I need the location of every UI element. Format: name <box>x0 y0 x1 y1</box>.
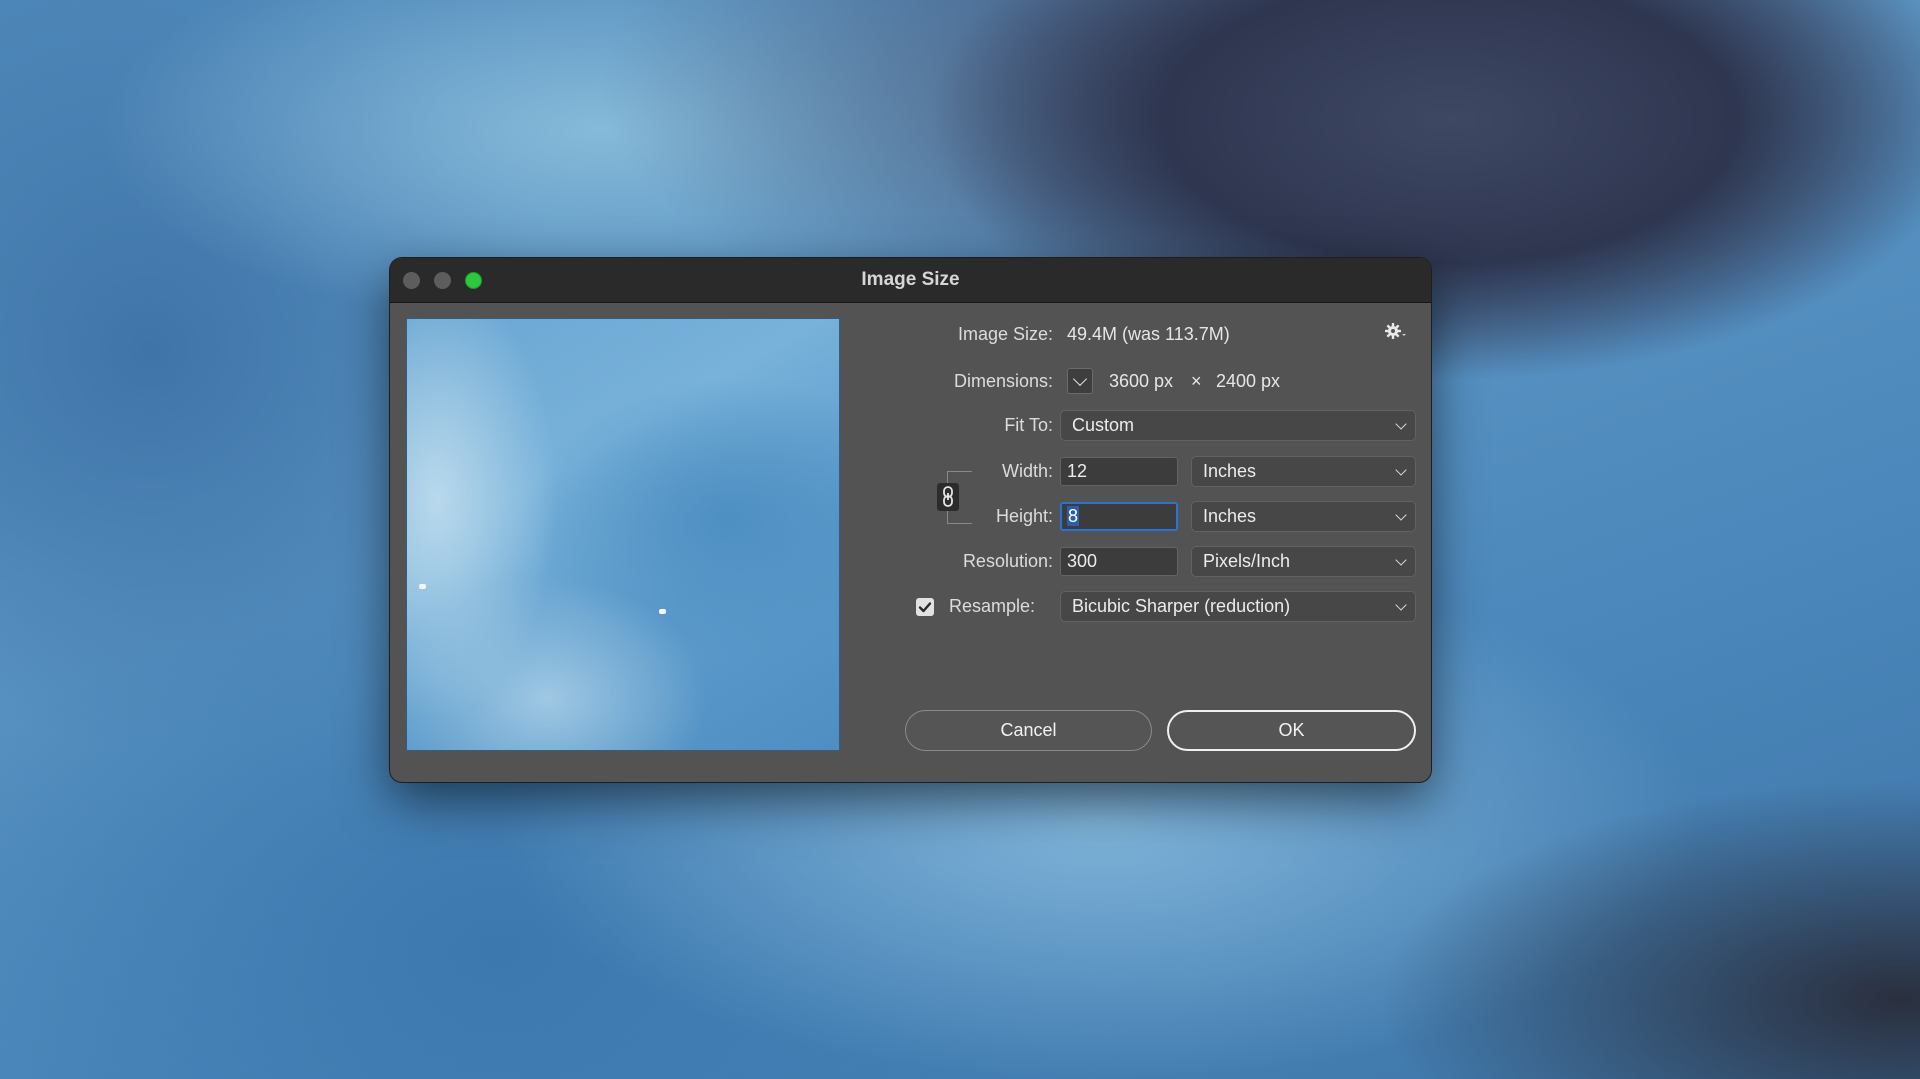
constrain-bracket-bottom <box>947 511 972 524</box>
resample-checkbox[interactable] <box>916 598 934 616</box>
dimensions-label: Dimensions: <box>953 371 1053 391</box>
dimensions-width: 3600 px <box>1109 371 1174 391</box>
height-unit-select[interactable]: Inches <box>1191 501 1416 532</box>
fit-to-label: Fit To: <box>1004 415 1053 435</box>
width-unit-value: Inches <box>1203 461 1257 481</box>
width-value: 12 <box>1067 461 1088 481</box>
fit-to-value: Custom <box>1072 415 1135 435</box>
link-icon <box>943 486 953 507</box>
resolution-value: 300 <box>1067 551 1098 571</box>
constrain-proportions-button[interactable] <box>937 483 959 511</box>
height-label: Height: <box>995 506 1053 526</box>
dialog-title: Image Size <box>861 269 960 290</box>
preview-detail <box>419 584 426 589</box>
resolution-unit-value: Pixels/Inch <box>1203 551 1291 571</box>
width-label: Width: <box>1001 461 1053 481</box>
resample-method-select[interactable]: Bicubic Sharper (reduction) <box>1060 591 1416 622</box>
chevron-down-icon <box>1395 508 1407 521</box>
chevron-down-icon <box>1072 371 1088 387</box>
resolution-unit-select[interactable]: Pixels/Inch <box>1191 546 1416 577</box>
image-size-label: Image Size: <box>957 324 1053 344</box>
preview-detail <box>659 609 666 614</box>
dimensions-separator: × <box>1191 371 1202 391</box>
image-size-dialog: Image Size Image Size: 49.4M (was 113.7M… <box>390 258 1431 782</box>
dropdown-caret-icon <box>1402 334 1406 336</box>
chevron-down-icon <box>1395 417 1407 430</box>
dimensions-height: 2400 px <box>1216 371 1281 391</box>
chevron-down-icon <box>1395 598 1407 611</box>
checkmark-icon <box>918 602 932 613</box>
gear-icon <box>1385 323 1406 339</box>
image-size-value: 49.4M (was 113.7M) <box>1067 324 1230 344</box>
resolution-label: Resolution: <box>962 551 1053 571</box>
resample-label: Resample: <box>949 596 1036 616</box>
chevron-down-icon <box>1395 463 1407 476</box>
image-preview[interactable] <box>406 318 840 751</box>
chevron-down-icon <box>1395 553 1407 566</box>
resolution-input[interactable]: 300 <box>1060 547 1178 576</box>
title-bar[interactable]: Image Size <box>390 258 1431 303</box>
width-unit-select[interactable]: Inches <box>1191 456 1416 487</box>
settings-menu-button[interactable] <box>1385 322 1407 342</box>
height-input[interactable]: 8 <box>1060 502 1178 531</box>
cancel-button[interactable]: Cancel <box>905 710 1152 751</box>
width-input[interactable]: 12 <box>1060 457 1178 486</box>
resample-method-value: Bicubic Sharper (reduction) <box>1072 596 1291 616</box>
height-value: 8 <box>1067 506 1080 526</box>
ok-button[interactable]: OK <box>1167 710 1416 751</box>
height-unit-value: Inches <box>1203 506 1257 526</box>
dimensions-units-toggle[interactable] <box>1067 368 1093 394</box>
fit-to-select[interactable]: Custom <box>1060 410 1416 441</box>
